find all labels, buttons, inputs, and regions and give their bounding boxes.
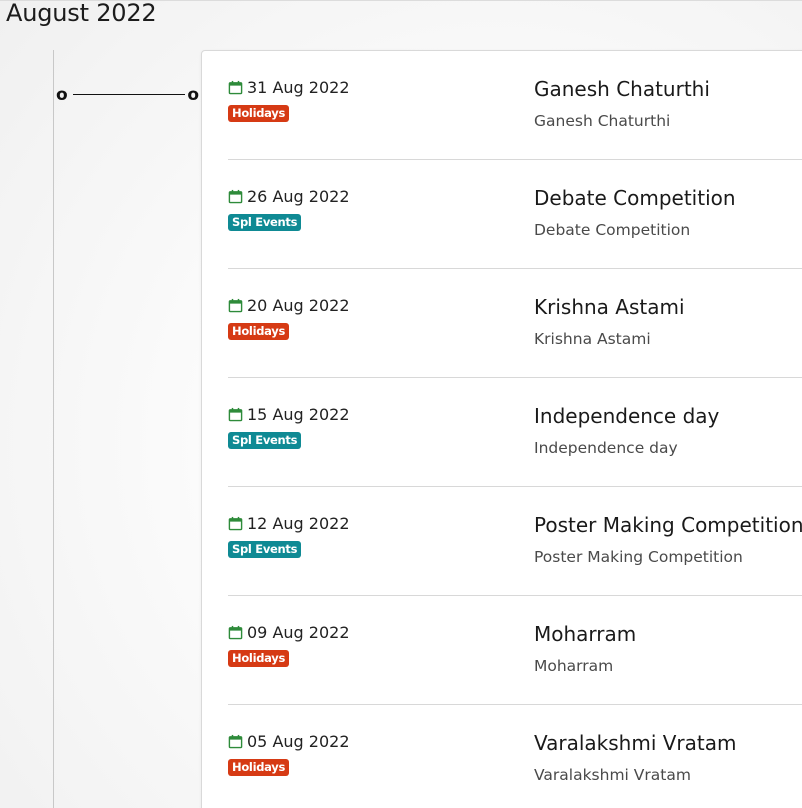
event-subtitle: Krishna Astami bbox=[534, 330, 651, 348]
timeline-line bbox=[53, 50, 54, 808]
calendar-icon bbox=[228, 298, 243, 313]
events-card: 31 Aug 2022 Holidays Ganesh Chaturthi Ga… bbox=[201, 50, 802, 808]
category-badge: Holidays bbox=[228, 105, 289, 122]
event-title: Varalakshmi Vratam bbox=[534, 731, 737, 755]
event-title: Krishna Astami bbox=[534, 295, 685, 319]
event-item[interactable]: 20 Aug 2022 Holidays Krishna Astami Kris… bbox=[228, 269, 802, 378]
calendar-icon bbox=[228, 734, 243, 749]
category-badge: Spl Events bbox=[228, 541, 302, 558]
event-subtitle: Independence day bbox=[534, 439, 678, 457]
month-title: August 2022 bbox=[6, 0, 157, 27]
event-date-row: 31 Aug 2022 bbox=[228, 78, 350, 97]
event-subtitle: Ganesh Chaturthi bbox=[534, 112, 671, 130]
calendar-icon bbox=[228, 516, 243, 531]
event-item[interactable]: 05 Aug 2022 Holidays Varalakshmi Vratam … bbox=[228, 705, 802, 808]
category-badge: Holidays bbox=[228, 759, 289, 776]
event-date: 15 Aug 2022 bbox=[247, 405, 350, 424]
event-date-row: 09 Aug 2022 bbox=[228, 623, 350, 642]
event-item[interactable]: 15 Aug 2022 Spl Events Independence day … bbox=[228, 378, 802, 487]
calendar-icon bbox=[228, 625, 243, 640]
calendar-icon bbox=[228, 189, 243, 204]
event-date: 26 Aug 2022 bbox=[247, 187, 350, 206]
event-subtitle: Moharram bbox=[534, 657, 614, 675]
connector-bar bbox=[73, 94, 185, 95]
event-title: Ganesh Chaturthi bbox=[534, 77, 710, 101]
event-date: 20 Aug 2022 bbox=[247, 296, 350, 315]
event-date-row: 15 Aug 2022 bbox=[228, 405, 350, 424]
events-page: August 2022 o o 31 Aug 2022 Holidays Gan… bbox=[0, 0, 802, 808]
connector-right-marker: o bbox=[187, 85, 199, 105]
event-subtitle: Debate Competition bbox=[534, 221, 691, 239]
event-date-row: 12 Aug 2022 bbox=[228, 514, 350, 533]
event-date-row: 26 Aug 2022 bbox=[228, 187, 350, 206]
event-item[interactable]: 12 Aug 2022 Spl Events Poster Making Com… bbox=[228, 487, 802, 596]
category-badge: Holidays bbox=[228, 650, 289, 667]
category-badge: Spl Events bbox=[228, 214, 302, 231]
event-date: 31 Aug 2022 bbox=[247, 78, 350, 97]
event-title: Moharram bbox=[534, 622, 637, 646]
event-subtitle: Varalakshmi Vratam bbox=[534, 766, 691, 784]
event-date: 05 Aug 2022 bbox=[247, 732, 350, 751]
calendar-icon bbox=[228, 80, 243, 95]
event-date: 09 Aug 2022 bbox=[247, 623, 350, 642]
event-subtitle: Poster Making Competition bbox=[534, 548, 743, 566]
event-title: Poster Making Competition bbox=[534, 513, 802, 537]
event-date-row: 20 Aug 2022 bbox=[228, 296, 350, 315]
calendar-icon bbox=[228, 407, 243, 422]
event-item[interactable]: 09 Aug 2022 Holidays Moharram Moharram bbox=[228, 596, 802, 705]
event-title: Independence day bbox=[534, 404, 720, 428]
category-badge: Holidays bbox=[228, 323, 289, 340]
event-item[interactable]: 26 Aug 2022 Spl Events Debate Competitio… bbox=[228, 160, 802, 269]
timeline-connector: o o bbox=[56, 84, 199, 106]
event-item[interactable]: 31 Aug 2022 Holidays Ganesh Chaturthi Ga… bbox=[228, 51, 802, 160]
category-badge: Spl Events bbox=[228, 432, 302, 449]
event-date-row: 05 Aug 2022 bbox=[228, 732, 350, 751]
event-title: Debate Competition bbox=[534, 186, 736, 210]
event-date: 12 Aug 2022 bbox=[247, 514, 350, 533]
connector-left-marker: o bbox=[56, 85, 68, 105]
